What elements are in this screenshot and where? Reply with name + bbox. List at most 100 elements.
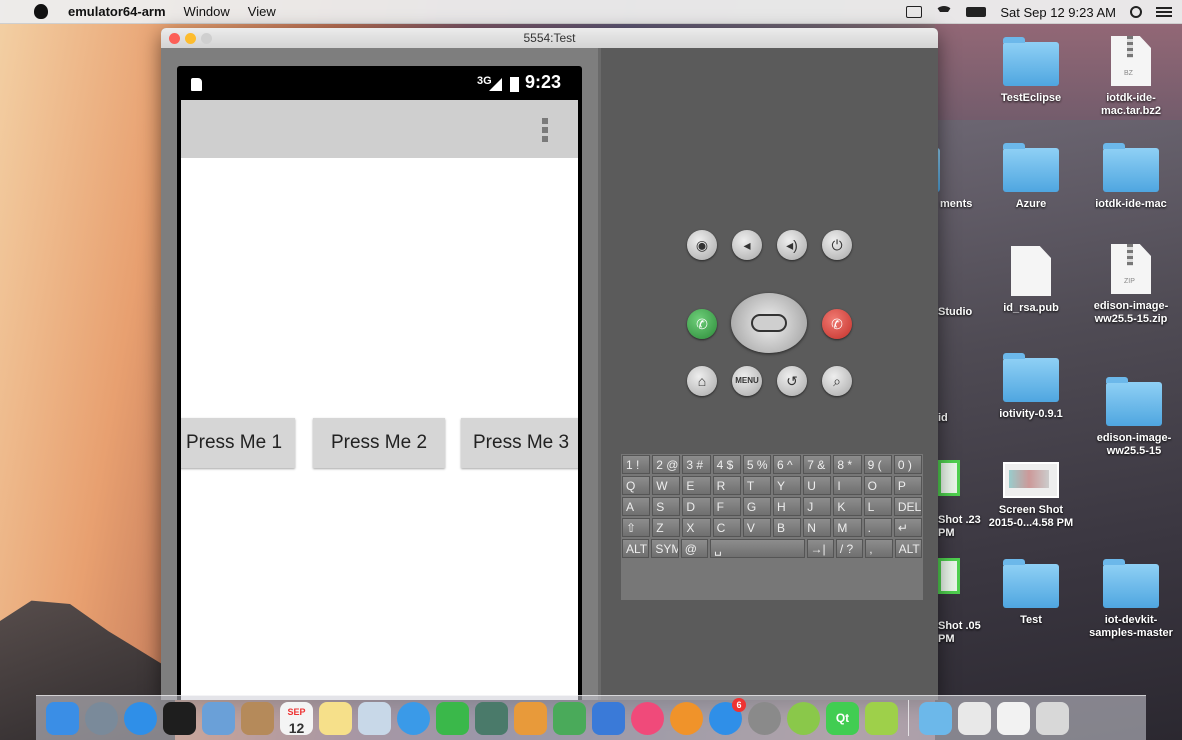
shift-key[interactable]: ⇧: [622, 518, 651, 537]
key[interactable]: P: [893, 476, 923, 495]
messages-icon[interactable]: [397, 701, 430, 735]
desktop-icon-id-rsa[interactable]: id_rsa.pub: [985, 246, 1077, 315]
key[interactable]: S: [652, 497, 681, 516]
key[interactable]: N: [803, 518, 832, 537]
alt-key[interactable]: ALT: [894, 539, 922, 558]
key[interactable]: 0 ): [893, 455, 923, 474]
key[interactable]: B: [773, 518, 802, 537]
home-icon[interactable]: ⌂: [687, 366, 717, 396]
menu-clock[interactable]: Sat Sep 12 9:23 AM: [1000, 5, 1116, 20]
space-key[interactable]: ␣: [710, 539, 805, 558]
notes-icon[interactable]: [319, 701, 352, 735]
key[interactable]: E: [682, 476, 711, 495]
search-icon[interactable]: ⌕: [822, 366, 852, 396]
keynote-icon[interactable]: [592, 701, 625, 735]
desktop-icon-studio[interactable]: Studio: [938, 306, 978, 319]
zoom-button[interactable]: [201, 33, 212, 44]
key[interactable]: W: [652, 476, 681, 495]
key[interactable]: 1 !: [622, 455, 651, 474]
sym-key[interactable]: SYM: [651, 539, 679, 558]
key[interactable]: L: [863, 497, 892, 516]
delete-key[interactable]: DEL: [893, 497, 923, 516]
desktop-icon-screenshot-1[interactable]: Shot .23 PM: [938, 514, 982, 540]
contacts-icon[interactable]: [241, 701, 274, 735]
spotlight-icon[interactable]: [1130, 6, 1142, 18]
enter-key[interactable]: ↵: [893, 518, 923, 537]
dpad[interactable]: [731, 293, 807, 353]
system-preferences-icon[interactable]: [748, 701, 781, 735]
launchpad-icon[interactable]: [85, 701, 118, 735]
alt-key[interactable]: ALT: [622, 539, 650, 558]
key[interactable]: I: [833, 476, 862, 495]
close-button[interactable]: [169, 33, 180, 44]
call-icon[interactable]: ✆: [687, 309, 717, 339]
airplay-icon[interactable]: [906, 6, 923, 18]
applications-folder-icon[interactable]: [919, 701, 952, 735]
key[interactable]: 3 #: [682, 455, 711, 474]
menu-app-name[interactable]: emulator64-arm: [68, 4, 166, 19]
key[interactable]: 4 $: [712, 455, 741, 474]
finder-icon[interactable]: [46, 701, 79, 735]
power-icon[interactable]: ⏻: [822, 230, 852, 260]
calendar-icon[interactable]: SEP 12: [280, 701, 313, 736]
overflow-menu-icon[interactable]: [542, 118, 548, 145]
key[interactable]: M: [833, 518, 862, 537]
desktop-icon-test[interactable]: Test: [985, 559, 1077, 627]
window-titlebar[interactable]: 5554:Test: [161, 28, 938, 48]
key[interactable]: / ?: [835, 539, 864, 558]
desktop-icon-edison-zip[interactable]: ZIP edison-image-ww25.5-15.zip: [1085, 244, 1177, 326]
battery-icon[interactable]: [966, 7, 987, 17]
desktop-icon-id[interactable]: id: [938, 412, 978, 425]
android-studio-icon[interactable]: [787, 701, 820, 735]
key[interactable]: @: [680, 539, 709, 558]
preview-icon[interactable]: [202, 701, 235, 735]
key[interactable]: 2 @: [652, 455, 681, 474]
android-icon[interactable]: [865, 701, 898, 735]
key[interactable]: Z: [652, 518, 681, 537]
desktop-icon-iot-devkit[interactable]: iot-devkit-samples-master: [1085, 559, 1177, 640]
press-me-2-button[interactable]: Press Me 2: [313, 418, 445, 468]
reminders-icon[interactable]: [358, 701, 391, 735]
safari-icon[interactable]: [124, 701, 157, 735]
notification-center-icon[interactable]: [1156, 7, 1172, 17]
menu-window[interactable]: Window: [184, 4, 230, 19]
key[interactable]: F: [712, 497, 741, 516]
menu-view[interactable]: View: [248, 4, 276, 19]
key[interactable]: J: [803, 497, 832, 516]
pages-icon[interactable]: [514, 701, 547, 735]
dpad-center[interactable]: [751, 314, 787, 332]
documents-stack-icon[interactable]: [958, 701, 991, 735]
back-icon[interactable]: ↺: [777, 366, 807, 396]
desktop-icon-testeclipse[interactable]: TestEclipse: [985, 37, 1077, 105]
key[interactable]: T: [742, 476, 772, 495]
key[interactable]: 6 ^: [773, 455, 802, 474]
camera-icon[interactable]: ◉: [687, 230, 717, 260]
qt-creator-icon[interactable]: Qt: [826, 701, 859, 735]
itunes-icon[interactable]: [631, 701, 664, 735]
key[interactable]: D: [682, 497, 711, 516]
key[interactable]: ,: [865, 539, 893, 558]
key[interactable]: K: [833, 497, 862, 516]
desktop-icon-iotdk-ide-mac[interactable]: iotdk-ide-mac: [1085, 143, 1177, 211]
tab-key[interactable]: →|: [806, 539, 834, 558]
photo-booth-icon[interactable]: [475, 701, 508, 735]
minimize-button[interactable]: [185, 33, 196, 44]
numbers-icon[interactable]: [553, 701, 586, 735]
press-me-3-button[interactable]: Press Me 3: [461, 418, 578, 468]
key[interactable]: Y: [773, 476, 802, 495]
key[interactable]: Q: [622, 476, 651, 495]
desktop-icon-iotivity[interactable]: iotivity-0.9.1: [985, 353, 1077, 421]
end-call-icon[interactable]: ✆: [822, 309, 852, 339]
facetime-icon[interactable]: [436, 701, 469, 735]
key[interactable]: V: [742, 518, 772, 537]
key[interactable]: 5 %: [742, 455, 772, 474]
terminal-icon[interactable]: [163, 701, 196, 735]
desktop-icon-iotdk-tar[interactable]: BZ iotdk-ide-mac.tar.bz2: [1085, 36, 1177, 118]
key[interactable]: O: [863, 476, 892, 495]
key[interactable]: C: [712, 518, 741, 537]
key[interactable]: .: [863, 518, 892, 537]
volume-up-icon[interactable]: ◂): [777, 230, 807, 260]
key[interactable]: R: [712, 476, 741, 495]
key[interactable]: 8 *: [833, 455, 862, 474]
downloads-stack-icon[interactable]: [997, 701, 1030, 735]
